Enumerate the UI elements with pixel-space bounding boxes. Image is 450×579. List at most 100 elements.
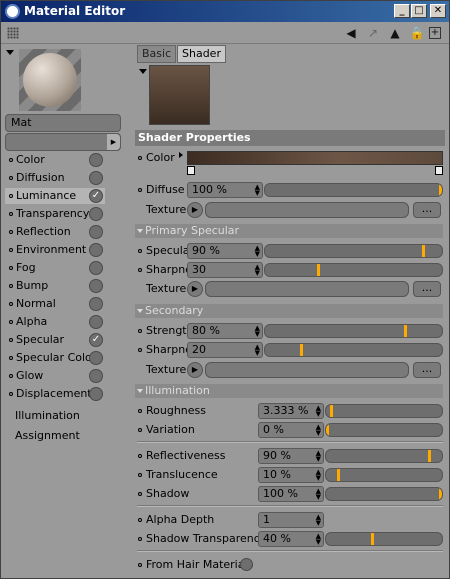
material-dropdown[interactable]: ▶: [5, 133, 121, 151]
strength-field[interactable]: 80 % ▲ ▼: [187, 323, 263, 339]
roughness-field[interactable]: 3.333 % ▲ ▼: [258, 403, 324, 419]
channel-item[interactable]: Transparency: [5, 206, 105, 222]
animate-dot-icon[interactable]: [138, 329, 142, 333]
channel-item[interactable]: Color: [5, 152, 105, 168]
texture-field[interactable]: [205, 362, 409, 378]
sharpness-2-slider[interactable]: [264, 343, 443, 357]
channel-checkbox[interactable]: ✓: [89, 333, 103, 347]
spinner-arrows-icon[interactable]: ▲ ▼: [316, 488, 321, 501]
spinner-arrows-icon[interactable]: ▲ ▼: [316, 514, 321, 527]
diffuse-slider[interactable]: [264, 183, 443, 197]
animate-dot-icon[interactable]: [138, 537, 142, 541]
channel-item[interactable]: Specular ✓: [5, 332, 105, 348]
sharpness-slider[interactable]: [264, 263, 443, 277]
slider-marker[interactable]: [439, 488, 442, 500]
channel-checkbox[interactable]: [89, 369, 103, 383]
slider-marker[interactable]: [404, 325, 408, 337]
channel-checkbox[interactable]: ✓: [89, 189, 103, 203]
animate-dot-icon[interactable]: [138, 348, 142, 352]
back-arrow-icon[interactable]: ◀: [343, 25, 359, 41]
spinner-arrows-icon[interactable]: ▲ ▼: [255, 264, 260, 277]
new-window-icon[interactable]: +: [429, 27, 441, 39]
specular-field[interactable]: 90 % ▲ ▼: [187, 243, 263, 259]
slider-marker[interactable]: [337, 469, 341, 481]
texture-browse-button[interactable]: ...: [413, 362, 441, 378]
animate-dot-icon[interactable]: [138, 563, 142, 567]
shadow-field[interactable]: 100 % ▲ ▼: [258, 486, 324, 502]
channel-item[interactable]: Reflection: [5, 224, 105, 240]
slider-marker[interactable]: [439, 184, 442, 196]
animate-dot-icon[interactable]: [9, 356, 13, 360]
up-arrow-icon[interactable]: ▲: [387, 25, 403, 41]
roughness-slider[interactable]: [325, 404, 443, 418]
title-bar[interactable]: Material Editor _ □ ✕: [1, 1, 449, 22]
spinner-arrows-icon[interactable]: ▲ ▼: [316, 469, 321, 482]
animate-dot-icon[interactable]: [9, 230, 13, 234]
spinner-arrows-icon[interactable]: ▲ ▼: [316, 533, 321, 546]
animate-dot-icon[interactable]: [138, 188, 142, 192]
animate-dot-icon[interactable]: [138, 473, 142, 477]
preview-menu-icon[interactable]: [6, 50, 14, 55]
primary-specular-group[interactable]: Primary Specular: [135, 224, 443, 238]
illumination-group[interactable]: Illumination: [135, 384, 443, 398]
channel-checkbox[interactable]: [89, 387, 103, 401]
alpha-depth-field[interactable]: 1 ▲ ▼: [258, 512, 324, 528]
gradient-knot-left[interactable]: [187, 166, 195, 175]
channel-item[interactable]: Bump: [5, 278, 105, 294]
grip-handle-icon[interactable]: [7, 27, 19, 39]
variation-field[interactable]: 0 % ▲ ▼: [258, 422, 324, 438]
slider-marker[interactable]: [371, 533, 375, 545]
channel-checkbox[interactable]: [89, 171, 103, 185]
strength-slider[interactable]: [264, 324, 443, 338]
texture-browse-button[interactable]: ...: [413, 281, 441, 297]
spinner-arrows-icon[interactable]: ▲ ▼: [316, 424, 321, 437]
channel-checkbox[interactable]: [89, 207, 103, 221]
channel-item[interactable]: Normal: [5, 296, 105, 312]
shadow-slider[interactable]: [325, 487, 443, 501]
animate-dot-icon[interactable]: [9, 338, 13, 342]
material-preview[interactable]: [19, 49, 81, 111]
channel-checkbox[interactable]: [89, 297, 103, 311]
animate-dot-icon[interactable]: [9, 320, 13, 324]
animate-dot-icon[interactable]: [138, 518, 142, 522]
reflectiveness-field[interactable]: 90 % ▲ ▼: [258, 448, 324, 464]
channel-item[interactable]: Luminance ✓: [5, 188, 105, 204]
spinner-arrows-icon[interactable]: ▲ ▼: [316, 450, 321, 463]
animate-dot-icon[interactable]: [138, 454, 142, 458]
material-name-field[interactable]: Mat: [5, 114, 121, 132]
texture-menu-icon[interactable]: ▶: [187, 281, 203, 297]
channel-item[interactable]: Diffusion: [5, 170, 105, 186]
animate-dot-icon[interactable]: [9, 212, 13, 216]
expand-arrow-icon[interactable]: [179, 152, 183, 158]
lock-icon[interactable]: 🔒: [409, 25, 425, 41]
close-button[interactable]: ✕: [430, 4, 446, 18]
channel-item[interactable]: Assignment: [15, 428, 80, 444]
forward-arrow-icon[interactable]: ↗: [365, 25, 381, 41]
animate-dot-icon[interactable]: [9, 194, 13, 198]
spinner-arrows-icon[interactable]: ▲ ▼: [255, 325, 260, 338]
minimize-button[interactable]: _: [394, 4, 410, 18]
spinner-arrows-icon[interactable]: ▲ ▼: [255, 245, 260, 258]
gradient-knot-right[interactable]: [435, 166, 443, 175]
channel-item[interactable]: Specular Color: [5, 350, 105, 366]
animate-dot-icon[interactable]: [138, 249, 142, 253]
animate-dot-icon[interactable]: [138, 268, 142, 272]
shader-swatch[interactable]: [149, 65, 210, 125]
channel-checkbox[interactable]: [89, 279, 103, 293]
tab-shader[interactable]: Shader: [177, 45, 226, 63]
shadow-transparency-slider[interactable]: [325, 532, 443, 546]
tab-basic[interactable]: Basic: [137, 45, 177, 63]
texture-browse-button[interactable]: ...: [413, 202, 441, 218]
animate-dot-icon[interactable]: [9, 266, 13, 270]
sharpness-2-field[interactable]: 20 ▲ ▼: [187, 342, 263, 358]
slider-marker[interactable]: [299, 344, 303, 356]
texture-field[interactable]: [205, 281, 409, 297]
sharpness-field[interactable]: 30 ▲ ▼: [187, 262, 263, 278]
swatch-menu-icon[interactable]: [139, 69, 147, 74]
specular-slider[interactable]: [264, 244, 443, 258]
channel-item[interactable]: Illumination: [15, 408, 80, 424]
texture-field[interactable]: [205, 202, 409, 218]
shadow-transparency-field[interactable]: 40 % ▲ ▼: [258, 531, 324, 547]
channel-checkbox[interactable]: [89, 243, 103, 257]
channel-item[interactable]: Fog: [5, 260, 105, 276]
